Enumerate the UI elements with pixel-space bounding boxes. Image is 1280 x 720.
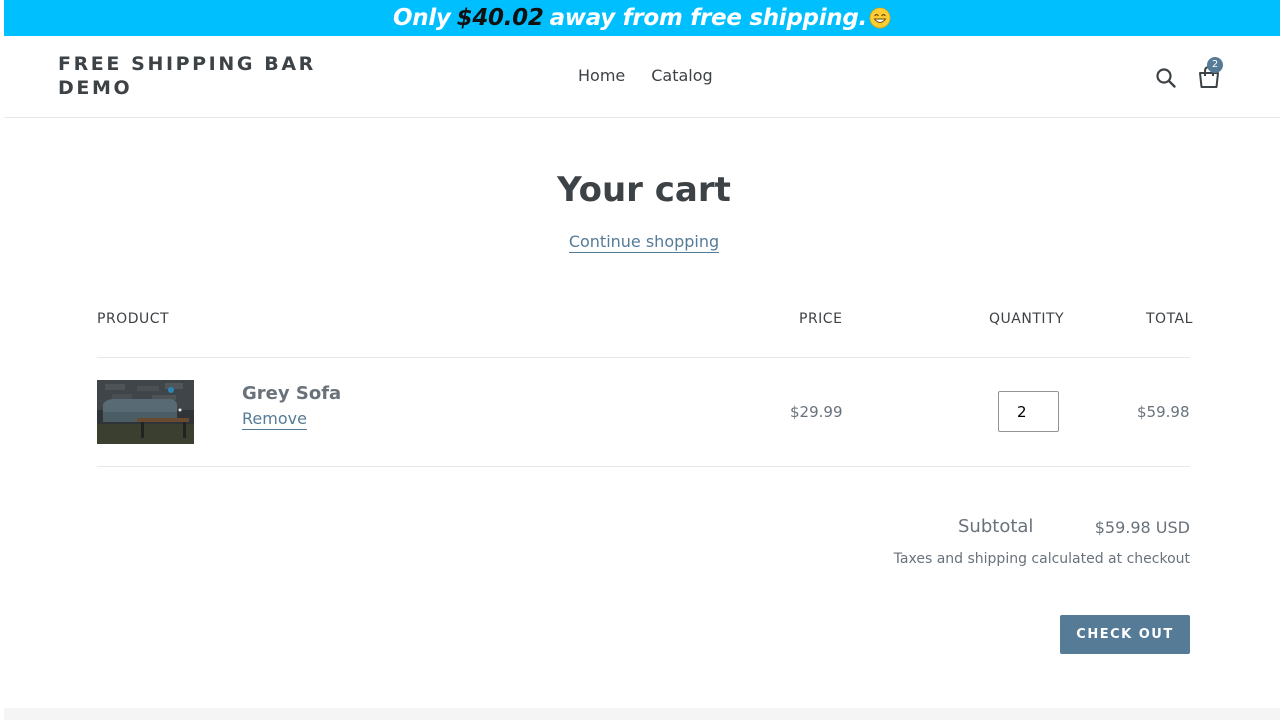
product-name-link[interactable]: Grey Sofa xyxy=(242,383,341,404)
column-header-total: TOTAL xyxy=(1146,311,1193,327)
free-shipping-bar: Only $40.02 away from free shipping. xyxy=(4,0,1280,36)
item-line-total: $59.98 xyxy=(1137,403,1190,421)
product-thumbnail[interactable] xyxy=(97,380,194,444)
search-icon[interactable] xyxy=(1154,66,1178,90)
nav-item-home[interactable]: Home xyxy=(578,66,625,85)
quantity-input[interactable] xyxy=(998,391,1059,432)
announcement-suffix: away from free shipping. xyxy=(549,5,868,31)
main-nav: Home Catalog xyxy=(578,66,713,85)
announcement-amount: $40.02 xyxy=(456,5,544,31)
continue-shopping: Continue shopping xyxy=(0,232,1280,253)
subtotal-value: $59.98 USD xyxy=(1094,518,1190,537)
announcement-prefix: Only xyxy=(393,5,451,31)
store-logo[interactable]: FREE SHIPPING BAR DEMO xyxy=(58,52,318,100)
cart-count-badge: 2 xyxy=(1207,57,1223,73)
nav-item-catalog[interactable]: Catalog xyxy=(651,66,712,85)
continue-shopping-link[interactable]: Continue shopping xyxy=(568,232,720,253)
item-price: $29.99 xyxy=(790,403,843,421)
page-title: Your cart xyxy=(557,170,731,210)
column-header-quantity: QUANTITY xyxy=(989,311,1065,327)
grinning-face-emoji-icon xyxy=(869,7,891,29)
subtotal-label: Subtotal xyxy=(958,516,1034,537)
table-divider xyxy=(97,357,1190,358)
remove-item-link[interactable]: Remove xyxy=(242,409,307,430)
checkout-button[interactable]: CHECK OUT xyxy=(1060,615,1190,654)
site-header: FREE SHIPPING BAR DEMO Home Catalog 2 xyxy=(4,36,1280,118)
footer xyxy=(4,708,1280,720)
column-header-product: PRODUCT xyxy=(97,311,170,327)
table-divider xyxy=(97,466,1190,467)
tax-note: Taxes and shipping calculated at checkou… xyxy=(893,551,1190,567)
column-header-price: PRICE xyxy=(799,311,843,327)
